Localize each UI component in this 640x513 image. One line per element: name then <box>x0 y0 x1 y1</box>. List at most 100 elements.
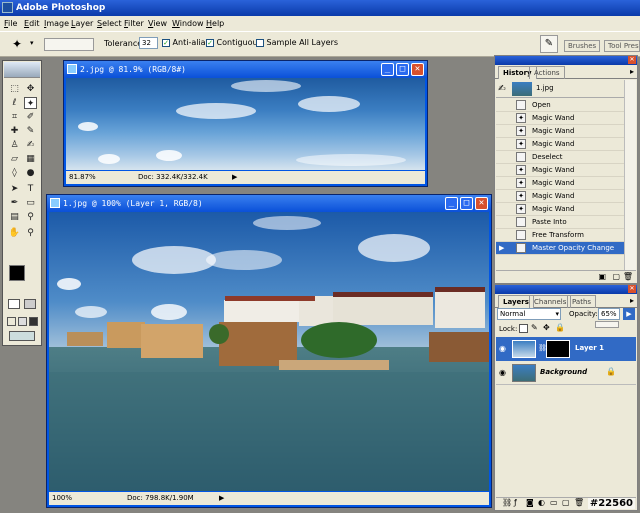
history-item[interactable]: ✦ Magic Wand <box>496 138 624 151</box>
lock-all-icon[interactable]: 🔒 <box>555 323 565 332</box>
lasso-tool-icon[interactable]: ℓ <box>8 97 21 109</box>
eye-icon[interactable]: ◉ <box>499 368 506 377</box>
gradient-tool-icon[interactable]: ▦ <box>24 153 37 165</box>
trash-icon[interactable]: 🗑 <box>574 498 584 507</box>
menu-window[interactable]: Window <box>172 16 204 31</box>
crop-tool-icon[interactable]: ⌗ <box>8 111 21 123</box>
shape-tool-icon[interactable]: ▭ <box>24 197 37 209</box>
sample-all-layers-checkbox[interactable]: Sample All Layers <box>256 38 338 47</box>
zoom-level[interactable]: 81.87% <box>69 171 96 184</box>
blur-tool-icon[interactable]: ◊ <box>8 167 21 179</box>
history-item[interactable]: ✦ Magic Wand <box>496 177 624 190</box>
layer-row-layer-1[interactable]: ◉ ⛓ Layer 1 <box>496 337 636 361</box>
marquee-tool-icon[interactable]: ⬚ <box>8 83 21 95</box>
jump-to-imageready-icon[interactable] <box>9 331 35 341</box>
close-icon[interactable]: ✕ <box>628 285 636 293</box>
healing-brush-icon[interactable]: ✚ <box>8 125 21 137</box>
link-layers-icon[interactable]: ⛓ <box>502 498 512 507</box>
add-mask-icon[interactable]: ◙ <box>526 498 534 507</box>
contiguous-checkbox[interactable]: ✓ Contiguous <box>206 38 262 47</box>
opacity-input[interactable]: 65% <box>598 308 620 320</box>
menu-select[interactable]: Select <box>97 16 122 31</box>
history-item[interactable]: ✦ Magic Wand <box>496 190 624 203</box>
panel-menu-arrow-icon[interactable]: ▸ <box>630 67 634 76</box>
tolerance-input[interactable]: 32 <box>139 37 158 49</box>
path-selection-icon[interactable]: ➤ <box>8 183 21 195</box>
eye-icon[interactable]: ◉ <box>499 344 506 353</box>
history-item[interactable]: ✦ Magic Wand <box>496 125 624 138</box>
layer-style-icon[interactable]: ƒ <box>514 498 517 507</box>
maximize-button[interactable]: □ <box>396 63 409 76</box>
clone-stamp-icon[interactable]: ♙ <box>8 139 21 151</box>
menu-help[interactable]: Help <box>206 16 224 31</box>
history-item[interactable]: Open <box>496 99 624 112</box>
history-item[interactable]: Deselect <box>496 151 624 164</box>
eraser-tool-icon[interactable]: ▱ <box>8 153 21 165</box>
maximize-button[interactable]: □ <box>460 197 473 210</box>
document-2-canvas[interactable] <box>66 78 425 170</box>
dodge-tool-icon[interactable]: ● <box>24 167 37 179</box>
history-item[interactable]: Paste Into <box>496 216 624 229</box>
tab-channels[interactable]: Channels <box>529 295 572 308</box>
tab-paths[interactable]: Paths <box>567 295 597 308</box>
opacity-arrow-icon[interactable]: ▶ <box>623 308 635 320</box>
new-document-icon[interactable]: ▢ <box>612 272 620 281</box>
document-1-titlebar[interactable]: 1.jpg @ 100% (Layer 1, RGB/8) _ □ ✕ <box>47 195 491 212</box>
screen-mode-full-menu-icon[interactable] <box>18 317 27 326</box>
history-item[interactable]: ✦ Magic Wand <box>496 203 624 216</box>
move-tool-icon[interactable]: ✥ <box>24 83 37 95</box>
menu-filter[interactable]: Filter <box>124 16 144 31</box>
lock-transparency-icon[interactable] <box>519 324 528 333</box>
hand-tool-icon[interactable]: ✋ <box>8 227 21 239</box>
panel-menu-arrow-icon[interactable]: ▸ <box>630 296 634 305</box>
chevron-down-icon[interactable]: ▾ <box>30 39 34 47</box>
layer-row-background[interactable]: ◉ Background 🔒 <box>496 361 636 385</box>
blend-mode-select[interactable]: Normal ▾ <box>497 308 561 320</box>
screen-mode-standard-icon[interactable] <box>7 317 16 326</box>
close-button[interactable]: ✕ <box>475 197 488 210</box>
minimize-button[interactable]: _ <box>445 197 458 210</box>
new-layer-icon[interactable]: ▢ <box>562 498 570 507</box>
foreground-color-swatch[interactable] <box>9 265 25 281</box>
eyedropper-icon[interactable]: ⚲ <box>24 211 37 223</box>
close-button[interactable]: ✕ <box>411 63 424 76</box>
tab-actions[interactable]: Actions <box>529 66 565 79</box>
menu-view[interactable]: View <box>148 16 167 31</box>
screen-mode-full-icon[interactable] <box>29 317 38 326</box>
menu-image[interactable]: Image <box>44 16 69 31</box>
tab-brushes[interactable]: Brushes <box>564 40 601 52</box>
panel-titlebar[interactable]: ✕ <box>495 285 637 294</box>
tab-tool-presets[interactable]: Tool Prese <box>604 40 640 52</box>
new-fill-layer-icon[interactable]: ◐ <box>538 498 545 507</box>
quick-mask-icon[interactable] <box>24 299 36 309</box>
slice-tool-icon[interactable]: ✐ <box>24 111 37 123</box>
history-brush-icon[interactable]: ✍ <box>24 139 37 151</box>
history-item[interactable]: ✦ Magic Wand <box>496 164 624 177</box>
document-2-titlebar[interactable]: 2.jpg @ 81.9% (RGB/8#) _ □ ✕ <box>64 61 427 78</box>
menu-file[interactable]: File <box>4 16 17 31</box>
brush-tool-icon[interactable]: ✎ <box>24 125 37 137</box>
minimize-button[interactable]: _ <box>381 63 394 76</box>
history-snapshot-row[interactable]: ✍ 1.jpg <box>496 80 624 98</box>
magic-wand-icon[interactable]: ✦ <box>12 37 22 51</box>
history-brush-source-icon[interactable]: ✍ <box>498 84 506 94</box>
menu-layer[interactable]: Layer <box>71 16 93 31</box>
panel-titlebar[interactable]: ✕ <box>495 56 637 65</box>
chevron-down-icon[interactable]: ▾ <box>555 309 559 319</box>
lock-brush-icon[interactable]: ✎ <box>531 323 538 332</box>
history-scrollbar[interactable] <box>624 80 636 270</box>
close-icon[interactable]: ✕ <box>628 56 636 64</box>
file-browser-icon[interactable]: ✎ <box>540 35 558 53</box>
status-menu-arrow-icon[interactable]: ▶ <box>219 492 224 505</box>
new-group-icon[interactable]: ▭ <box>550 498 558 507</box>
history-item[interactable]: Free Transform <box>496 229 624 242</box>
standard-mode-icon[interactable] <box>8 299 20 309</box>
trash-icon[interactable]: 🗑 <box>623 272 633 281</box>
menu-edit[interactable]: Edit <box>24 16 40 31</box>
opacity-slider[interactable] <box>595 321 619 328</box>
selection-mode-buttons[interactable] <box>44 38 94 51</box>
history-item[interactable]: ✦ Magic Wand <box>496 112 624 125</box>
zoom-level[interactable]: 100% <box>52 492 72 505</box>
notes-tool-icon[interactable]: ▤ <box>8 211 21 223</box>
new-snapshot-icon[interactable]: ▣ <box>598 272 606 281</box>
